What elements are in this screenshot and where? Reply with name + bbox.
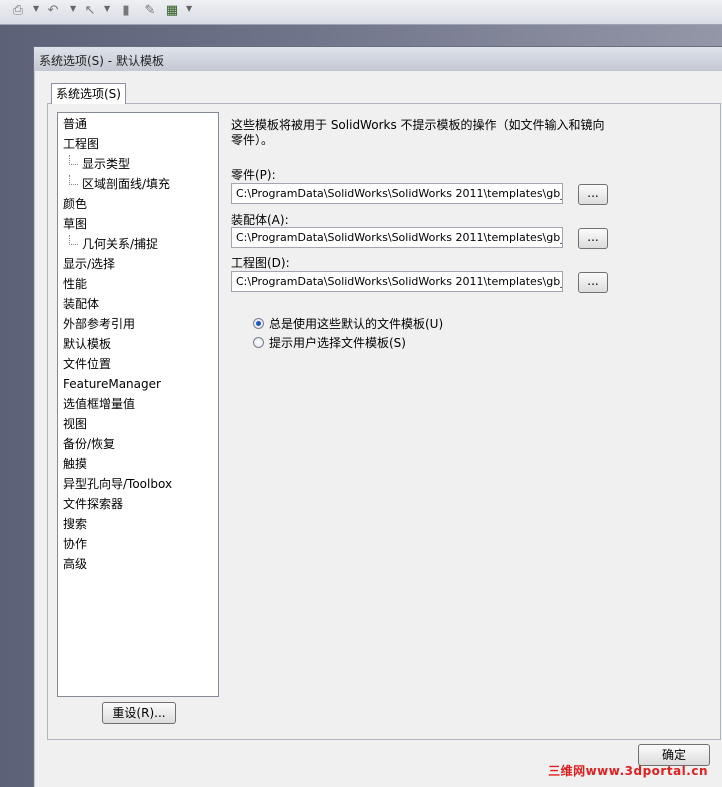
print-icon[interactable]: ⎙ <box>10 3 26 19</box>
radio-always-label: 总是使用这些默认的文件模板(U) <box>269 317 444 331</box>
drawing-template-field[interactable]: C:\ProgramData\SolidWorks\SolidWorks 201… <box>231 271 563 292</box>
radio-prompt-label: 提示用户选择文件模板(S) <box>269 336 406 350</box>
nav-item[interactable]: 外部参考引用 <box>58 315 218 335</box>
part-browse-button[interactable]: ... <box>578 184 608 205</box>
radio-always-use-defaults[interactable]: 总是使用这些默认的文件模板(U) <box>253 315 443 332</box>
nav-item[interactable]: 选值框增量值 <box>58 395 218 415</box>
drawing-browse-button[interactable]: ... <box>578 272 608 293</box>
chevron-down-icon[interactable]: ▼ <box>104 4 110 13</box>
chevron-down-icon[interactable]: ▼ <box>70 4 76 13</box>
nav-item[interactable]: 装配体 <box>58 295 218 315</box>
assembly-template-field[interactable]: C:\ProgramData\SolidWorks\SolidWorks 201… <box>231 227 563 248</box>
nav-item[interactable]: 颜色 <box>58 195 218 215</box>
nav-item[interactable]: 高级 <box>58 555 218 575</box>
select-icon[interactable]: ↖ <box>82 3 98 19</box>
nav-item[interactable]: 默认模板 <box>58 335 218 355</box>
dialog-title: 系统选项(S) - 默认模板 <box>39 54 164 68</box>
chevron-down-icon[interactable]: ▼ <box>186 4 192 13</box>
properties-icon[interactable]: ✎ <box>142 3 158 19</box>
nav-item[interactable]: 显示/选择 <box>58 255 218 275</box>
nav-item[interactable]: FeatureManager <box>58 375 218 395</box>
radio-button[interactable] <box>253 337 264 348</box>
nav-item[interactable]: 视图 <box>58 415 218 435</box>
traffic-light-icon[interactable]: ▮ <box>118 3 134 19</box>
nav-item[interactable]: 触摸 <box>58 455 218 475</box>
tab-panel: 普通 工程图 显示类型 区域剖面线/填充 颜色 草图 几何关系/捕捉 显示/选择 性能 装配体 外部… <box>47 103 721 740</box>
radio-prompt-user[interactable]: 提示用户选择文件模板(S) <box>253 334 406 351</box>
nav-item[interactable]: 工程图 <box>58 135 218 155</box>
options-icon[interactable]: ▦ <box>164 3 180 19</box>
top-toolbar: ⎙ ▼ ↶ ▼ ↖ ▼ ▮ ✎ ▦ ▼ <box>0 0 722 25</box>
chevron-down-icon[interactable]: ▼ <box>33 4 39 13</box>
nav-item[interactable]: 文件位置 <box>58 355 218 375</box>
nav-item[interactable]: 文件探索器 <box>58 495 218 515</box>
nav-item[interactable]: 普通 <box>58 115 218 135</box>
drawing-label: 工程图(D): <box>231 256 290 270</box>
reset-button[interactable]: 重设(R)... <box>102 702 176 724</box>
description-text: 这些模板将被用于 SolidWorks 不提示模板的操作（如文件输入和镜向零件）… <box>231 118 605 147</box>
nav-item[interactable]: 显示类型 <box>58 155 218 175</box>
options-tree[interactable]: 普通 工程图 显示类型 区域剖面线/填充 颜色 草图 几何关系/捕捉 显示/选择 性能 装配体 外部… <box>57 112 219 697</box>
watermark: 三维网www.3dportal.cn <box>548 764 708 778</box>
nav-item[interactable]: 协作 <box>58 535 218 555</box>
nav-item[interactable]: 备份/恢复 <box>58 435 218 455</box>
assembly-browse-button[interactable]: ... <box>578 228 608 249</box>
nav-item[interactable]: 区域剖面线/填充 <box>58 175 218 195</box>
system-options-dialog: 系统选项(S) - 默认模板 系统选项(S) 普通 工程图 显示类型 区域剖面线/填充… <box>33 46 722 787</box>
part-label: 零件(P): <box>231 168 276 182</box>
dialog-titlebar[interactable]: 系统选项(S) - 默认模板 <box>34 47 722 71</box>
nav-item[interactable]: 性能 <box>58 275 218 295</box>
nav-item[interactable]: 异型孔向导/Toolbox <box>58 475 218 495</box>
part-template-field[interactable]: C:\ProgramData\SolidWorks\SolidWorks 201… <box>231 183 563 204</box>
nav-item[interactable]: 草图 <box>58 215 218 235</box>
nav-item[interactable]: 搜索 <box>58 515 218 535</box>
assembly-label: 装配体(A): <box>231 213 289 227</box>
nav-item[interactable]: 几何关系/捕捉 <box>58 235 218 255</box>
radio-button[interactable] <box>253 318 264 329</box>
tab-system-options[interactable]: 系统选项(S) <box>51 83 126 104</box>
undo-icon[interactable]: ↶ <box>45 3 61 19</box>
dialog-client: 系统选项(S) 普通 工程图 显示类型 区域剖面线/填充 颜色 草图 几何关系/捕捉 显示/选… <box>35 71 722 787</box>
